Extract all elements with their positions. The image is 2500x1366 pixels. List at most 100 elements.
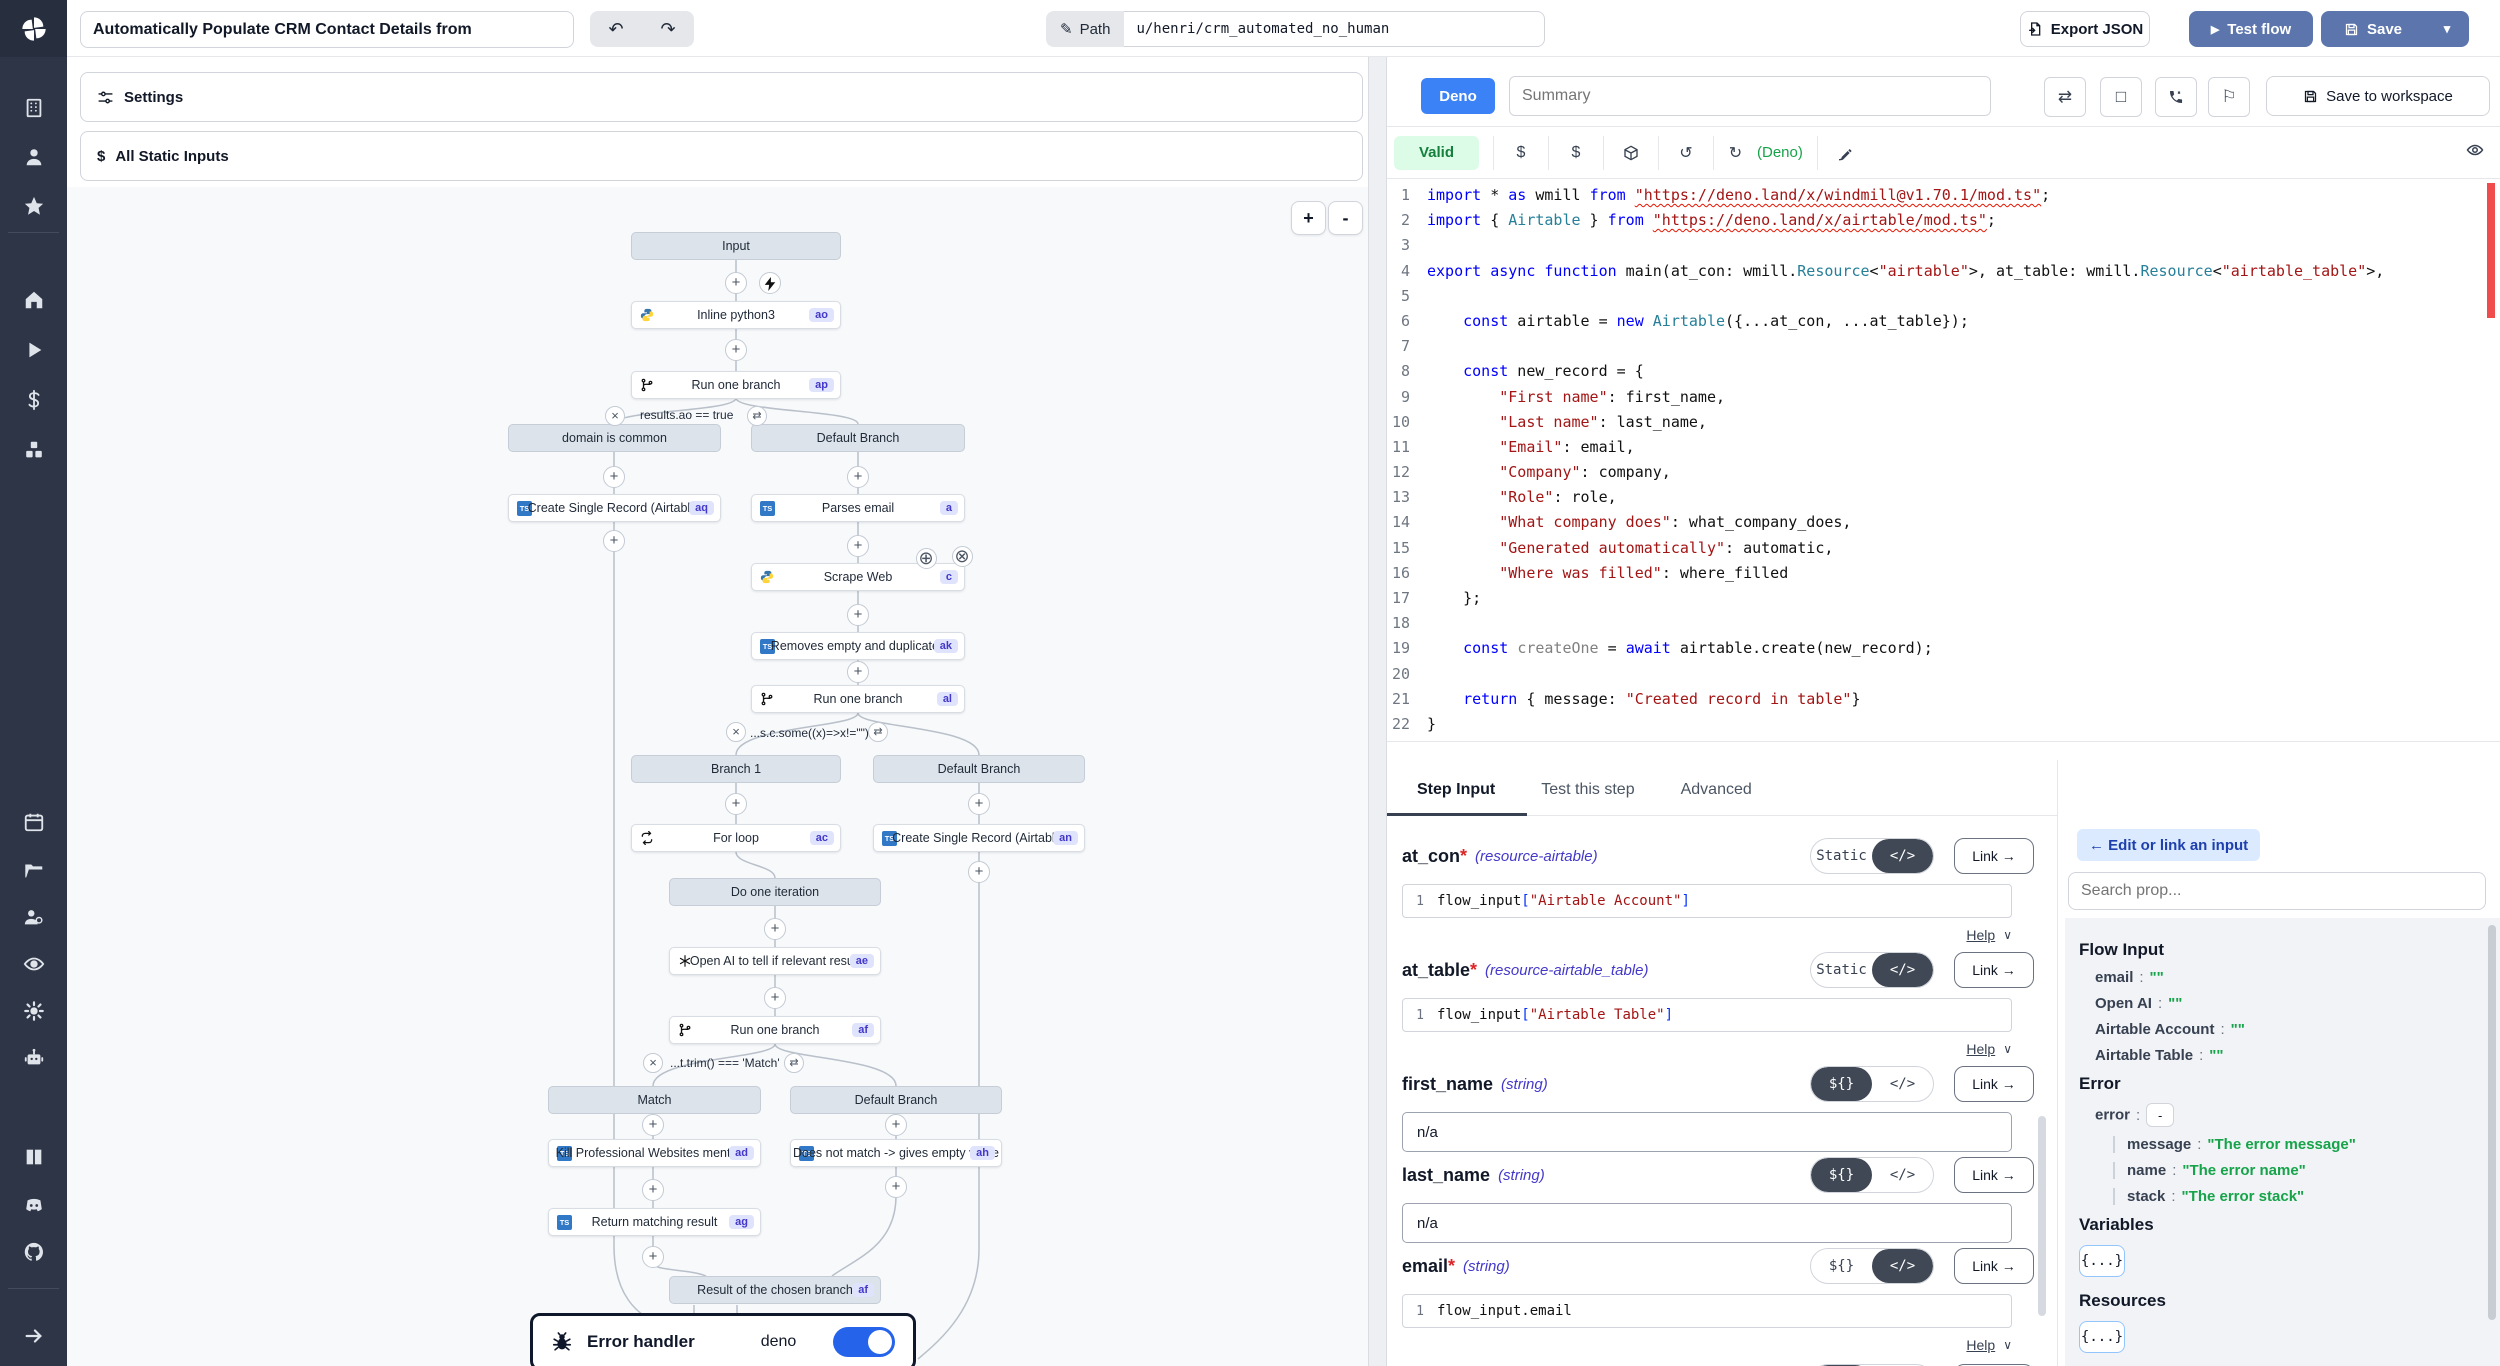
flow-node-kill_websites[interactable]: TSKill Professional Websites mentionsad [548,1139,761,1167]
flow-node-match[interactable]: Match [548,1086,761,1114]
path-edit-button[interactable]: ✎ Path [1046,11,1124,47]
prop-value[interactable]: "The error name" [2182,1162,2305,1179]
add-step-icon[interactable]: + [885,1176,907,1198]
flow-node-create_record_an[interactable]: TSCreate Single Record (Airtable)an [873,824,1085,852]
link-button[interactable]: Link → [1954,838,2034,874]
add-step-icon[interactable]: + [642,1246,664,1268]
prop-key[interactable]: error [2095,1107,2130,1124]
windmill-logo-icon[interactable] [0,0,67,57]
link-button[interactable]: Link → [1954,1248,2034,1284]
eye-icon[interactable] [2466,141,2484,164]
toggle-left-option[interactable]: ${} [1811,1158,1872,1192]
code-line[interactable]: 8 const new_record = { [1387,362,2500,387]
save-to-workspace-button[interactable]: Save to workspace [2266,76,2490,116]
field-text-input[interactable]: n/a [1402,1203,2012,1243]
flow-node-result_chosen[interactable]: Result of the chosen branchaf [669,1276,881,1304]
help-link[interactable]: Help [1966,1041,1995,1057]
github-icon[interactable] [0,1232,67,1272]
flow-node-default_branch_3[interactable]: Default Branch [790,1086,1002,1114]
input-mode-toggle[interactable]: Static </> [1810,838,1934,874]
code-line[interactable]: 4export async function main(at_con: wmil… [1387,262,2500,287]
undo-button[interactable]: ↶ [590,11,642,47]
link-button[interactable]: Link → [1954,1157,2034,1193]
input-mode-toggle[interactable]: ${} </> [1810,1066,1934,1102]
toggle-left-option[interactable]: ${} [1811,1067,1872,1101]
dollar-static-icon[interactable]: $ [1548,136,1603,170]
toggle-left-option[interactable]: Static [1811,953,1872,987]
code-line[interactable]: 15 "Generated automatically": automatic, [1387,539,2500,564]
flow-title-input[interactable] [80,11,574,48]
toggle-right-option[interactable]: </> [1872,1158,1933,1192]
code-line[interactable]: 16 "Where was filled": where_filled [1387,564,2500,589]
field-expression-editor[interactable]: 1flow_input.email [1402,1294,2012,1328]
discord-icon[interactable] [0,1185,67,1225]
toggle-right-option[interactable]: </> [1872,953,1933,987]
language-badge[interactable]: Deno [1421,78,1495,114]
package-icon[interactable] [1603,136,1658,170]
code-line[interactable]: 6 const airtable = new Airtable({...at_c… [1387,312,2500,337]
step-pane-scrollbar[interactable] [2038,1116,2046,1316]
folders-icon[interactable] [0,850,67,890]
flag-icon[interactable]: ⚐ [2208,77,2250,117]
flow-node-openai_relevant[interactable]: Open AI to tell if relevant resultae [669,947,881,975]
remove-branch-icon[interactable]: × [726,722,746,742]
flow-node-run_branch_af[interactable]: Run one branchaf [669,1016,881,1044]
schedules-calendar-icon[interactable] [0,802,67,842]
swap-branch-icon[interactable]: ⇄ [784,1053,804,1073]
collapse-arrow-icon[interactable] [0,1316,67,1356]
flow-node-default_branch_2[interactable]: Default Branch [873,755,1085,783]
dollar-icon[interactable]: $ [1493,136,1548,170]
add-step-icon[interactable]: + [725,793,747,815]
path-input[interactable] [1124,11,1545,47]
code-line[interactable]: 3 [1387,236,2500,261]
add-step-icon[interactable]: + [847,535,869,557]
field-text-input[interactable]: n/a [1402,1112,2012,1152]
prop-value[interactable]: "" [2209,1047,2223,1064]
reload-icon[interactable]: ↻ [1713,136,1757,170]
add-step-icon[interactable]: + [725,272,747,294]
user-icon[interactable] [0,137,67,177]
code-line[interactable]: 9 "First name": first_name, [1387,388,2500,413]
toggle-right-option[interactable]: </> [1872,1249,1933,1283]
flow-node-create_record_aq[interactable]: TSCreate Single Record (Airtable)aq [508,494,721,522]
delete-node-icon[interactable]: ⊗ [952,546,973,567]
prop-key[interactable]: name [2127,1162,2166,1179]
swap-branch-icon[interactable]: ⇄ [747,406,767,426]
toggle-left-option[interactable]: Static [1811,839,1872,873]
flow-node-default_branch_1[interactable]: Default Branch [751,424,965,452]
save-dropdown-button[interactable]: ▾ [2425,11,2469,47]
add-step-icon[interactable]: + [642,1179,664,1201]
code-line[interactable]: 10 "Last name": last_name, [1387,413,2500,438]
add-step-icon[interactable]: + [847,466,869,488]
reset-icon[interactable]: ↺ [1658,136,1713,170]
add-step-icon[interactable]: + [764,987,786,1009]
prop-key[interactable]: email [2095,969,2133,986]
code-line[interactable]: 11 "Email": email, [1387,438,2500,463]
prop-key[interactable]: Open AI [2095,995,2152,1012]
code-editor[interactable]: 1import * as wmill from "https://deno.la… [1387,180,2500,742]
summary-input[interactable] [1509,76,1991,116]
code-line[interactable]: 21 return { message: "Created record in … [1387,690,2500,715]
home-icon[interactable] [0,280,67,320]
redo-button[interactable]: ↷ [642,11,694,47]
flow-node-removes_empty[interactable]: TSRemoves empty and duplicatesak [751,632,965,660]
tab-advanced[interactable]: Advanced [1681,781,1752,815]
flow-node-domain_common[interactable]: domain is common [508,424,721,452]
edit-or-link-input-button[interactable]: ← Edit or link an input [2077,829,2260,861]
code-line[interactable]: 14 "What company does": what_company_doe… [1387,513,2500,538]
flow-node-parses_email[interactable]: TSParses emaila [751,494,965,522]
test-flow-button[interactable]: ▶ Test flow [2189,11,2313,47]
trigger-lightning-icon[interactable] [759,272,781,294]
chevron-down-icon[interactable]: ∨ [2003,1042,2012,1056]
code-line[interactable]: 5 [1387,287,2500,312]
all-static-inputs-bar[interactable]: $ All Static Inputs [80,131,1363,181]
add-step-icon[interactable]: + [725,339,747,361]
link-button[interactable]: Link → [1954,1066,2034,1102]
code-line[interactable]: 19 const createOne = await airtable.crea… [1387,639,2500,664]
prop-value[interactable]: "The error stack" [2182,1188,2305,1205]
expand-object-button[interactable]: {...} [2079,1321,2125,1353]
runs-play-icon[interactable] [0,330,67,370]
save-button[interactable]: Save [2321,11,2425,47]
flow-node-inline_python3[interactable]: Inline python3ao [631,301,841,329]
workers-robot-icon[interactable] [0,1038,67,1078]
